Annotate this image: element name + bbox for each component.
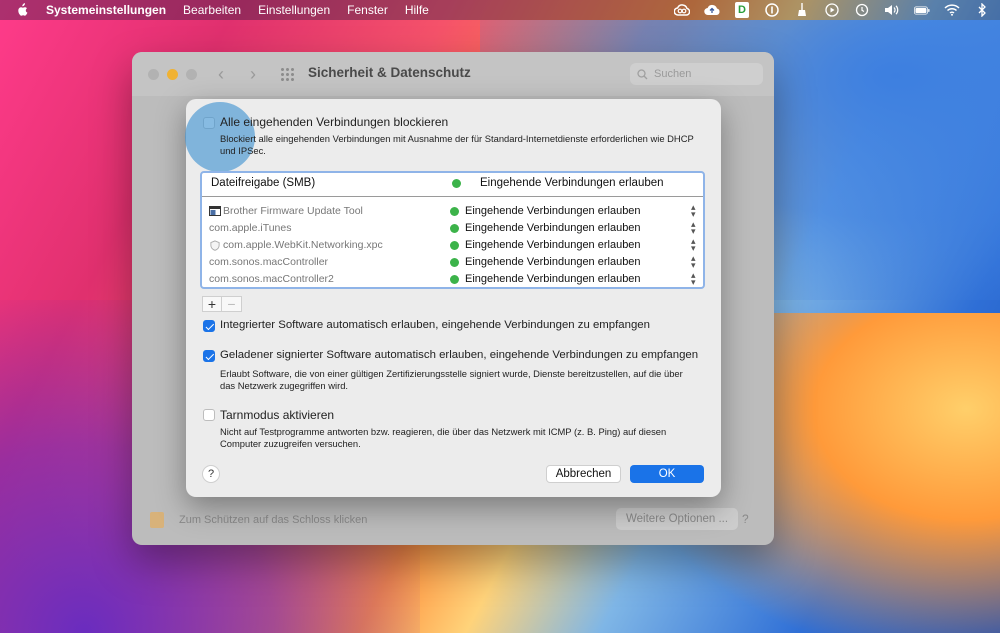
status-dot-icon: [450, 258, 459, 267]
remove-app-button[interactable]: −: [222, 296, 242, 312]
status-stepper-icon[interactable]: ▴ ▾: [691, 254, 696, 270]
wifi-icon[interactable]: [944, 2, 960, 18]
minimize-button[interactable]: [167, 69, 178, 80]
search-icon: [637, 68, 648, 80]
status-stepper-icon[interactable]: ▴ ▾: [691, 203, 696, 219]
time-machine-icon[interactable]: [854, 2, 870, 18]
row-name: com.apple.iTunes: [209, 222, 292, 234]
status-dot-icon: [450, 224, 459, 233]
add-remove-control: + −: [202, 296, 242, 312]
status-dot-icon: [450, 275, 459, 284]
show-all-grid-icon[interactable]: [280, 67, 294, 81]
block-all-label: Alle eingehenden Verbindungen blockieren: [220, 115, 449, 129]
row-name: com.sonos.macController: [209, 256, 329, 268]
close-button[interactable]: [148, 69, 159, 80]
row-name-wrap: com.apple.WebKit.Networking.xpc: [209, 239, 383, 251]
block-all-checkbox[interactable]: [185, 102, 255, 172]
status-dot-icon: [452, 179, 461, 188]
zoom-button[interactable]: [186, 69, 197, 80]
row-status: Eingehende Verbindungen erlauben: [465, 205, 641, 217]
shield-icon: [210, 239, 220, 251]
row-name-wrap: com.sonos.macController: [209, 256, 328, 268]
menu-hilfe[interactable]: Hilfe: [405, 3, 429, 17]
app-rules-list[interactable]: Dateifreigabe (SMB) Eingehende Verbindun…: [200, 171, 705, 289]
add-app-button[interactable]: +: [202, 296, 222, 312]
battery-icon[interactable]: [914, 2, 930, 18]
stealth-mode-description: Nicht auf Testprogramme antworten bzw. r…: [220, 426, 667, 449]
status-icons: D: [674, 0, 990, 20]
list-row[interactable]: com.sonos.macController Eingehende Verbi…: [202, 254, 703, 271]
row-status: Eingehende Verbindungen erlauben: [465, 256, 641, 268]
status-stepper-icon[interactable]: ▴ ▾: [691, 271, 696, 287]
row-name: Brother Firmware Update Tool: [223, 205, 363, 217]
creative-cloud-icon[interactable]: [674, 2, 690, 18]
signed-software-description: Erlaubt Software, die von einer gültigen…: [220, 368, 683, 391]
list-header-row[interactable]: Dateifreigabe (SMB) Eingehende Verbindun…: [202, 173, 703, 197]
menu-einstellungen[interactable]: Einstellungen: [258, 3, 330, 17]
apple-menu-icon[interactable]: [16, 3, 30, 17]
back-chevron-icon[interactable]: ‹: [218, 64, 224, 85]
list-row[interactable]: Brother Firmware Update Tool Eingehende …: [202, 203, 703, 220]
row-status: Eingehende Verbindungen erlauben: [465, 273, 641, 285]
window-titlebar: ‹ › Sicherheit & Datenschutz Suchen: [132, 52, 774, 96]
list-row[interactable]: com.apple.iTunes Eingehende Verbindungen…: [202, 220, 703, 237]
window-title: Sicherheit & Datenschutz: [308, 65, 471, 80]
stealth-mode-label: Tarnmodus aktivieren: [220, 408, 335, 422]
block-all-description: Blockiert alle eingehenden Verbindungen …: [220, 133, 694, 156]
menu-fenster[interactable]: Fenster: [347, 3, 388, 17]
row-status: Eingehende Verbindungen erlauben: [465, 222, 641, 234]
status-dot-icon: [450, 207, 459, 216]
help-button[interactable]: ?: [202, 465, 220, 483]
search-field[interactable]: Suchen: [630, 63, 763, 85]
stealth-mode-checkbox[interactable]: [203, 409, 215, 421]
ok-button[interactable]: OK: [630, 465, 704, 483]
forward-chevron-icon[interactable]: ›: [250, 64, 256, 85]
builtin-software-label: Integrierter Software automatisch erlaub…: [220, 319, 650, 331]
header-service-name: Dateifreigabe (SMB): [211, 177, 316, 189]
dash-icon[interactable]: D: [734, 2, 750, 18]
cloud-upload-icon[interactable]: [704, 2, 720, 18]
bluetooth-icon[interactable]: [974, 2, 990, 18]
window-help-button[interactable]: ?: [742, 512, 749, 526]
search-placeholder: Suchen: [654, 68, 692, 80]
signed-software-label: Geladener signierter Software automatisc…: [220, 349, 699, 361]
row-name-wrap: com.sonos.macController2: [209, 273, 334, 285]
cancel-button[interactable]: Abbrechen: [546, 465, 621, 483]
app-window-icon: [209, 205, 221, 216]
firewall-options-sheet: Alle eingehenden Verbindungen blockieren…: [185, 99, 721, 497]
dash-letter: D: [735, 2, 749, 18]
lock-text: Zum Schützen auf das Schloss klicken: [179, 514, 368, 526]
status-stepper-icon[interactable]: ▴ ▾: [691, 220, 696, 236]
list-row[interactable]: com.sonos.macController2 Eingehende Verb…: [202, 271, 703, 287]
menu-app-name[interactable]: Systemeinstellungen: [46, 3, 166, 17]
signed-software-checkbox[interactable]: [203, 350, 215, 362]
volume-icon[interactable]: [884, 2, 900, 18]
row-name-wrap: Brother Firmware Update Tool: [209, 205, 363, 217]
row-name-wrap: com.apple.iTunes: [209, 222, 292, 234]
menu-bar: Systemeinstellungen Bearbeiten Einstellu…: [0, 0, 1000, 20]
play-icon[interactable]: [824, 2, 840, 18]
lock-row[interactable]: Zum Schützen auf das Schloss klicken: [150, 512, 367, 528]
status-dot-icon: [450, 241, 459, 250]
builtin-software-checkbox[interactable]: [203, 320, 215, 332]
menu-bearbeiten[interactable]: Bearbeiten: [183, 3, 241, 17]
broom-icon[interactable]: [794, 2, 810, 18]
onepassword-icon[interactable]: [764, 2, 780, 18]
lock-icon[interactable]: [150, 512, 164, 528]
more-options-button[interactable]: Weitere Optionen ...: [616, 508, 739, 530]
row-name: com.apple.WebKit.Networking.xpc: [223, 239, 383, 251]
list-row[interactable]: com.apple.WebKit.Networking.xpc Eingehen…: [202, 237, 703, 254]
status-stepper-icon[interactable]: ▴ ▾: [691, 237, 696, 253]
row-name: com.sonos.macController2: [209, 273, 334, 285]
row-status: Eingehende Verbindungen erlauben: [465, 239, 641, 251]
header-service-status: Eingehende Verbindungen erlauben: [480, 177, 664, 189]
